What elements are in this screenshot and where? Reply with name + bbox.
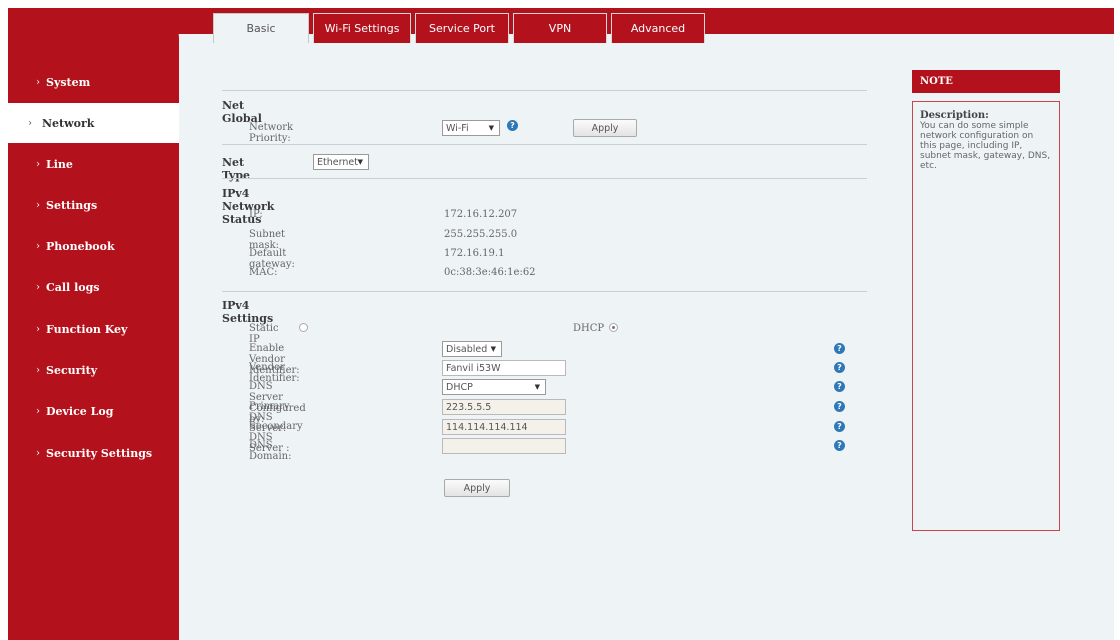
mac-label: MAC: <box>249 267 278 278</box>
sidebar-item-label: System <box>46 75 91 89</box>
ipv4-settings-title: IPv4 Settings <box>222 299 274 325</box>
tab-service-port[interactable]: Service Port <box>415 13 509 43</box>
sidebar-item-line[interactable]: › Line <box>8 144 179 184</box>
default-gateway-value: 172.16.19.1 <box>444 248 505 259</box>
dropdown-arrow-icon: ▼ <box>490 345 496 353</box>
note-panel: Description: You can do some simple netw… <box>912 101 1060 531</box>
sidebar-item-label: Device Log <box>46 404 114 418</box>
chevron-right-icon: › <box>36 76 40 88</box>
ipv4-settings-apply-button[interactable]: Apply <box>444 479 510 497</box>
sidebar-item-device-log[interactable]: › Device Log <box>8 391 179 431</box>
sidebar-item-label: Settings <box>46 198 98 212</box>
chevron-right-icon: › <box>36 447 40 459</box>
page: Basic Wi-Fi Settings Service Port VPN Ad… <box>8 8 1114 640</box>
chevron-right-icon: › <box>36 199 40 211</box>
chevron-right-icon: › <box>36 405 40 417</box>
dropdown-arrow-icon: ▼ <box>357 158 363 166</box>
chevron-right-icon: › <box>36 158 40 170</box>
dhcp-radio[interactable] <box>609 323 618 332</box>
sidebar-item-security-settings[interactable]: › Security Settings <box>8 433 179 473</box>
dropdown-arrow-icon: ▼ <box>534 383 540 391</box>
help-icon[interactable]: ? <box>834 362 845 373</box>
sidebar-item-settings[interactable]: › Settings <box>8 185 179 225</box>
subnet-mask-value: 255.255.255.0 <box>444 229 518 240</box>
dhcp-label: DHCP <box>573 323 605 334</box>
chevron-right-icon: › <box>36 281 40 293</box>
chevron-right-icon: › <box>36 323 40 335</box>
static-ip-radio[interactable] <box>299 323 308 332</box>
dns-configured-by-select[interactable]: DHCP ▼ <box>442 379 546 395</box>
ip-label: IP: <box>249 209 263 220</box>
tab-advanced[interactable]: Advanced <box>611 13 705 43</box>
note-title: Description: <box>920 110 989 121</box>
chevron-right-icon: › <box>36 364 40 376</box>
network-priority-select[interactable]: Wi-Fi ▼ <box>442 120 500 136</box>
help-icon[interactable]: ? <box>507 120 518 131</box>
vendor-identifier-input[interactable]: Fanvil i53W <box>442 360 566 376</box>
sidebar-item-function-key[interactable]: › Function Key <box>8 309 179 349</box>
sidebar-item-label: Function Key <box>46 322 128 336</box>
dns-domain-input[interactable] <box>442 438 566 454</box>
help-icon[interactable]: ? <box>834 440 845 451</box>
dns-domain-label: DNS Domain: <box>249 440 292 462</box>
tab-vpn[interactable]: VPN <box>513 13 607 43</box>
sidebar-item-label: Network <box>42 116 95 130</box>
enable-vendor-identifier-value: Disabled <box>446 343 488 355</box>
help-icon[interactable]: ? <box>834 401 845 412</box>
sidebar-item-phonebook[interactable]: › Phonebook <box>8 226 179 266</box>
help-icon[interactable]: ? <box>834 421 845 432</box>
net-type-value: Ethernet <box>317 156 358 168</box>
help-icon[interactable]: ? <box>834 381 845 392</box>
divider <box>222 144 867 145</box>
divider <box>222 178 867 179</box>
net-global-apply-button[interactable]: Apply <box>573 119 637 137</box>
ipv4-status-title: IPv4 Network Status <box>222 187 275 226</box>
network-priority-label: Network Priority: <box>249 122 294 144</box>
sidebar-item-label: Line <box>46 157 73 171</box>
dns-configured-by-value: DHCP <box>446 381 473 393</box>
net-type-select[interactable]: Ethernet ▼ <box>313 154 369 170</box>
enable-vendor-identifier-select[interactable]: Disabled ▼ <box>442 341 502 357</box>
help-icon[interactable]: ? <box>834 343 845 354</box>
static-ip-label: Static IP <box>249 323 279 345</box>
network-priority-value: Wi-Fi <box>446 122 469 134</box>
sidebar-item-label: Phonebook <box>46 239 115 253</box>
dropdown-arrow-icon: ▼ <box>488 124 494 132</box>
divider <box>222 90 867 91</box>
sidebar-item-call-logs[interactable]: › Call logs <box>8 267 179 307</box>
note-header: NOTE <box>912 70 1060 93</box>
note-text: You can do some simple network configura… <box>920 121 1051 171</box>
ip-value: 172.16.12.207 <box>444 209 518 220</box>
chevron-right-icon: › <box>28 117 32 129</box>
sidebar-item-label: Security <box>46 363 98 377</box>
sidebar: › System › Network › Line › Settings › P… <box>8 16 179 640</box>
tab-basic[interactable]: Basic <box>213 13 309 43</box>
mac-value: 0c:38:3e:46:1e:62 <box>444 267 536 278</box>
sidebar-item-label: Call logs <box>46 280 100 294</box>
sidebar-item-network[interactable]: › Network <box>8 103 179 143</box>
divider <box>222 291 867 292</box>
chevron-right-icon: › <box>36 240 40 252</box>
sidebar-item-label: Security Settings <box>46 446 153 460</box>
secondary-dns-input[interactable]: 114.114.114.114 <box>442 419 566 435</box>
tab-wifi-settings[interactable]: Wi-Fi Settings <box>313 13 411 43</box>
sidebar-item-system[interactable]: › System <box>8 62 179 102</box>
sidebar-item-security[interactable]: › Security <box>8 350 179 390</box>
primary-dns-input[interactable]: 223.5.5.5 <box>442 399 566 415</box>
tab-bar: Basic Wi-Fi Settings Service Port VPN Ad… <box>213 13 709 43</box>
